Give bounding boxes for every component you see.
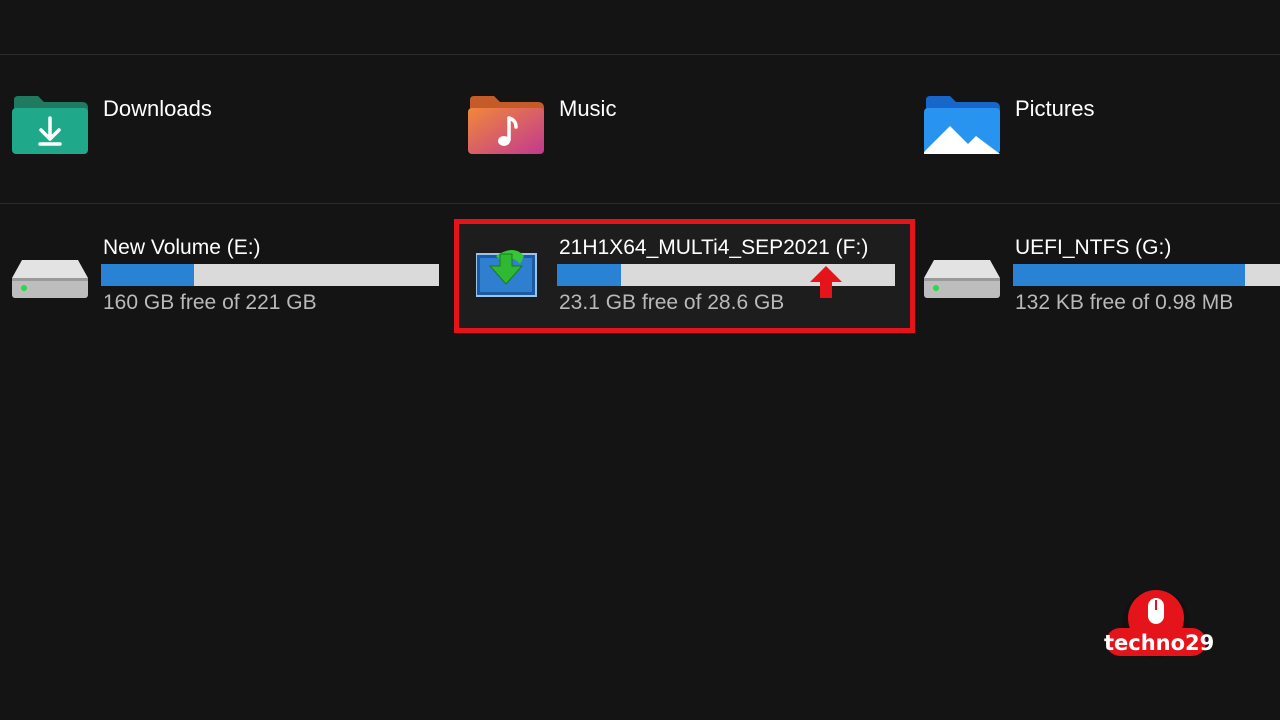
drive-free-space: 23.1 GB free of 28.6 GB [559,291,785,314]
mouse-icon [1106,590,1206,658]
music-folder-icon [468,96,544,154]
drive-free-space: 160 GB free of 221 GB [103,291,317,314]
drive-g[interactable]: UEFI_NTFS (G:) 132 KB free of 0.98 MB [924,236,1280,318]
drive-usage-bar [101,264,439,286]
folder-label: Pictures [1015,96,1095,121]
drive-f[interactable]: 21H1X64_MULTi4_SEP2021 (F:) 23.1 GB free… [468,236,898,318]
drive-name: UEFI_NTFS (G:) [1015,236,1172,259]
hard-drive-icon [12,260,88,298]
drive-free-space: 132 KB free of 0.98 MB [1015,291,1234,314]
folder-music[interactable]: Music [468,96,768,156]
folder-pictures[interactable]: Pictures [924,96,1224,156]
section-divider [0,203,1280,204]
drive-usage-fill [557,264,622,286]
drive-name: 21H1X64_MULTi4_SEP2021 (F:) [559,236,869,259]
folder-label: Downloads [103,96,212,121]
red-arrow-up-icon [810,266,842,298]
folder-downloads[interactable]: Downloads [12,96,312,156]
folder-label: Music [559,96,617,121]
usb-install-drive-icon [476,250,537,297]
drive-name: New Volume (E:) [103,236,261,259]
file-explorer-this-pc-view: Downloads Music Pictures New Volume (E:)… [0,0,1280,720]
top-divider [0,54,1280,55]
drive-usage-bar [1013,264,1280,286]
watermark-logo: techno29 [1104,588,1215,668]
watermark-text: techno29 [1104,631,1215,655]
hard-drive-icon [924,260,1000,298]
downloads-folder-icon [12,96,88,154]
drive-e[interactable]: New Volume (E:) 160 GB free of 221 GB [12,236,442,318]
drive-usage-fill [1013,264,1246,286]
drive-usage-fill [101,264,195,286]
pictures-folder-icon [924,96,1000,154]
drive-usage-bar [557,264,895,286]
